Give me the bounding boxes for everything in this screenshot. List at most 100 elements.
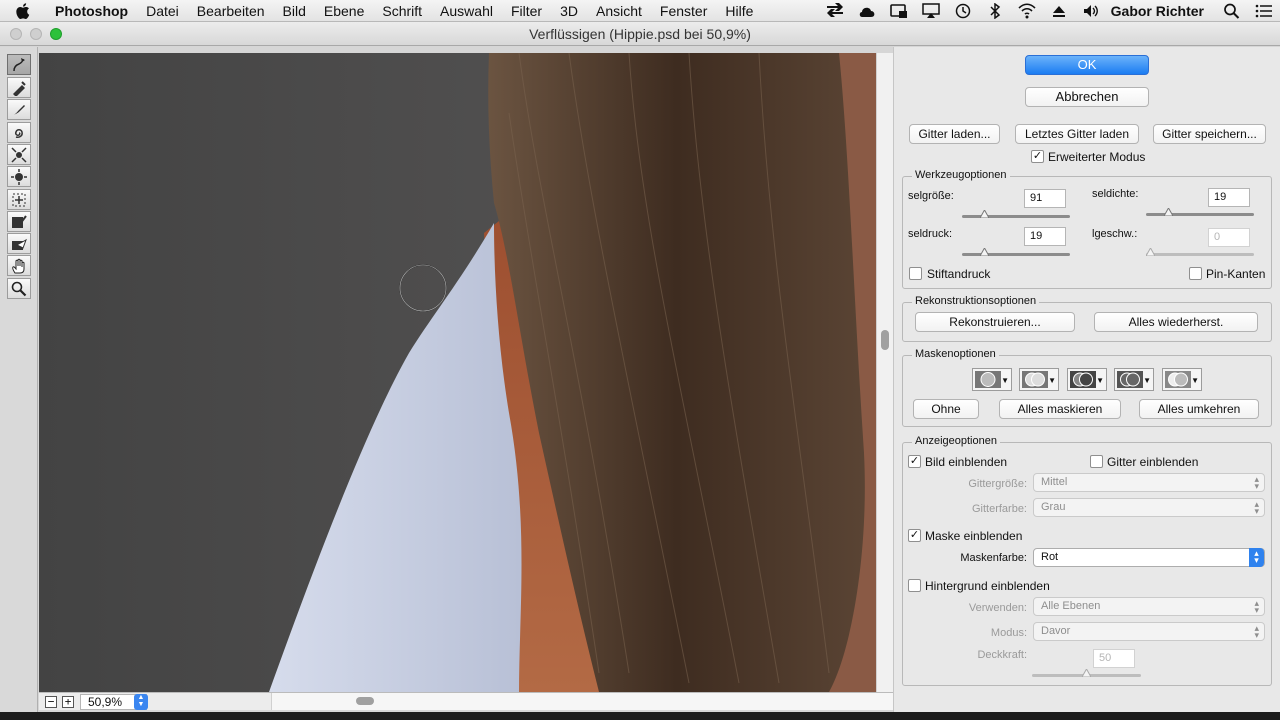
menu-filter[interactable]: Filter bbox=[502, 3, 551, 19]
stylus-pressure-label: Stiftandruck bbox=[927, 267, 991, 281]
magnifier-icon bbox=[11, 281, 27, 296]
show-mesh-checkbox[interactable] bbox=[1090, 455, 1103, 468]
mesh-size-select[interactable]: Mittel ▴ ▾ bbox=[1033, 473, 1265, 492]
menu-3d[interactable]: 3D bbox=[551, 3, 587, 19]
brush-size-slider-knob[interactable] bbox=[980, 210, 989, 218]
zoom-in-button[interactable]: + bbox=[62, 696, 74, 708]
chevron-down-icon: ▼ bbox=[1143, 376, 1151, 385]
wifi-icon[interactable] bbox=[1011, 0, 1043, 22]
spotlight-search-icon[interactable] bbox=[1216, 0, 1248, 22]
horizontal-scrollbar[interactable] bbox=[271, 693, 893, 710]
menu-ansicht[interactable]: Ansicht bbox=[587, 3, 651, 19]
menu-fenster[interactable]: Fenster bbox=[651, 3, 716, 19]
smooth-tool[interactable] bbox=[7, 99, 31, 120]
restore-all-button[interactable]: Alles wiederherst. bbox=[1094, 312, 1258, 332]
mask-color-select[interactable]: Rot ▴ ▾ bbox=[1033, 548, 1265, 567]
menu-datei[interactable]: Datei bbox=[137, 3, 188, 19]
mode-select[interactable]: Davor ▴ ▾ bbox=[1033, 622, 1265, 641]
freeze-mask-tool[interactable] bbox=[7, 211, 31, 232]
use-select[interactable]: Alle Ebenen ▴ ▾ bbox=[1033, 597, 1265, 616]
vertical-scrollbar[interactable] bbox=[876, 53, 893, 692]
brush-pressure-slider[interactable] bbox=[962, 253, 1070, 256]
twirl-clockwise-tool[interactable] bbox=[7, 122, 31, 143]
volume-icon[interactable] bbox=[1075, 0, 1107, 22]
load-last-mesh-button[interactable]: Letztes Gitter laden bbox=[1015, 124, 1139, 144]
brush-size-slider[interactable] bbox=[962, 215, 1070, 218]
brush-density-slider-knob[interactable] bbox=[1164, 208, 1173, 216]
brush-pressure-label: seldruck: bbox=[908, 228, 953, 240]
mesh-color-select[interactable]: Grau ▴ ▾ bbox=[1033, 498, 1265, 517]
opacity-input[interactable]: 50 bbox=[1093, 649, 1135, 668]
menu-hilfe[interactable]: Hilfe bbox=[716, 3, 762, 19]
save-mesh-button[interactable]: Gitter speichern... bbox=[1153, 124, 1266, 144]
status-area: Gabor Richter bbox=[819, 0, 1280, 22]
reconstruct-options-title: Rekonstruktionsoptionen bbox=[912, 295, 1040, 307]
zoom-dropdown-icon[interactable]: ▲ ▼ bbox=[134, 694, 148, 710]
menu-schrift[interactable]: Schrift bbox=[373, 3, 431, 19]
bluetooth-icon[interactable] bbox=[979, 0, 1011, 22]
tool-options-title: Werkzeugoptionen bbox=[912, 169, 1010, 181]
zoom-out-button[interactable]: − bbox=[45, 696, 57, 708]
brush-rate-slider-knob[interactable] bbox=[1146, 248, 1155, 256]
horizontal-scroll-thumb[interactable] bbox=[356, 697, 374, 705]
thaw-mask-tool[interactable] bbox=[7, 233, 31, 254]
mesh-size-label: Gittergröße: bbox=[968, 478, 1027, 490]
cancel-button[interactable]: Abbrechen bbox=[1025, 87, 1149, 107]
menu-app-name[interactable]: Photoshop bbox=[46, 3, 137, 19]
reconstruct-button[interactable]: Rekonstruieren... bbox=[915, 312, 1075, 332]
menu-ebene[interactable]: Ebene bbox=[315, 3, 373, 19]
airplay-icon[interactable] bbox=[915, 0, 947, 22]
mask-none-button[interactable]: Ohne bbox=[913, 399, 979, 419]
freeze-mask-icon bbox=[12, 214, 27, 228]
mask-subtract-button[interactable]: ▼ bbox=[1067, 368, 1107, 391]
menu-bearbeiten[interactable]: Bearbeiten bbox=[188, 3, 274, 19]
pin-edges-checkbox[interactable] bbox=[1189, 267, 1202, 280]
eject-icon[interactable] bbox=[1043, 0, 1075, 22]
brush-pressure-slider-knob[interactable] bbox=[980, 248, 989, 256]
apple-menu-icon[interactable] bbox=[0, 2, 46, 19]
mesh-size-value: Mittel bbox=[1041, 476, 1068, 488]
advanced-mode-checkbox[interactable]: ✓ bbox=[1031, 150, 1044, 163]
brush-density-input[interactable]: 19 bbox=[1208, 188, 1250, 207]
hand-icon bbox=[12, 258, 25, 273]
vertical-scroll-thumb[interactable] bbox=[881, 330, 889, 350]
time-machine-icon[interactable] bbox=[947, 0, 979, 22]
brush-pressure-input[interactable]: 19 bbox=[1024, 227, 1066, 246]
brush-density-slider[interactable] bbox=[1146, 213, 1254, 216]
show-backdrop-checkbox[interactable] bbox=[908, 579, 921, 592]
cloud-icon[interactable] bbox=[851, 0, 883, 22]
menu-auswahl[interactable]: Auswahl bbox=[431, 3, 502, 19]
load-mesh-button[interactable]: Gitter laden... bbox=[909, 124, 1000, 144]
opacity-slider-knob[interactable] bbox=[1082, 669, 1091, 677]
screenshot-icon[interactable] bbox=[883, 0, 915, 22]
image-canvas[interactable] bbox=[39, 53, 876, 692]
mask-all-button[interactable]: Alles maskieren bbox=[999, 399, 1121, 419]
forward-warp-tool[interactable] bbox=[7, 54, 31, 75]
zoom-tool[interactable] bbox=[7, 278, 31, 299]
forward-warp-icon bbox=[13, 57, 25, 71]
updown-arrows-icon: ▴ ▾ bbox=[1254, 474, 1259, 491]
mask-intersect-button[interactable]: ▼ bbox=[1114, 368, 1154, 391]
mask-replace-selection-button[interactable]: ▼ bbox=[972, 368, 1012, 391]
brush-rate-slider[interactable] bbox=[1146, 253, 1254, 256]
bloat-icon bbox=[11, 168, 27, 185]
mask-invert-button[interactable]: ▼ bbox=[1162, 368, 1202, 391]
updown-arrows-icon: ▴ ▾ bbox=[1254, 623, 1259, 640]
pucker-tool[interactable] bbox=[7, 144, 31, 165]
reconstruct-tool[interactable] bbox=[7, 77, 31, 98]
bloat-tool[interactable] bbox=[7, 166, 31, 187]
ok-button[interactable]: OK bbox=[1025, 55, 1149, 75]
brush-rate-input[interactable]: 0 bbox=[1208, 228, 1250, 247]
push-left-tool[interactable] bbox=[7, 189, 31, 210]
mask-add-button[interactable]: ▼ bbox=[1019, 368, 1059, 391]
user-name[interactable]: Gabor Richter bbox=[1107, 3, 1216, 19]
hand-tool[interactable] bbox=[7, 255, 31, 276]
transfer-icon[interactable] bbox=[819, 0, 851, 22]
stylus-pressure-checkbox[interactable] bbox=[909, 267, 922, 280]
brush-size-input[interactable]: 91 bbox=[1024, 189, 1066, 208]
show-mask-checkbox[interactable]: ✓ bbox=[908, 529, 921, 542]
invert-all-button[interactable]: Alles umkehren bbox=[1139, 399, 1259, 419]
show-image-checkbox[interactable]: ✓ bbox=[908, 455, 921, 468]
menu-bild[interactable]: Bild bbox=[274, 3, 315, 19]
notification-center-icon[interactable] bbox=[1248, 0, 1280, 22]
